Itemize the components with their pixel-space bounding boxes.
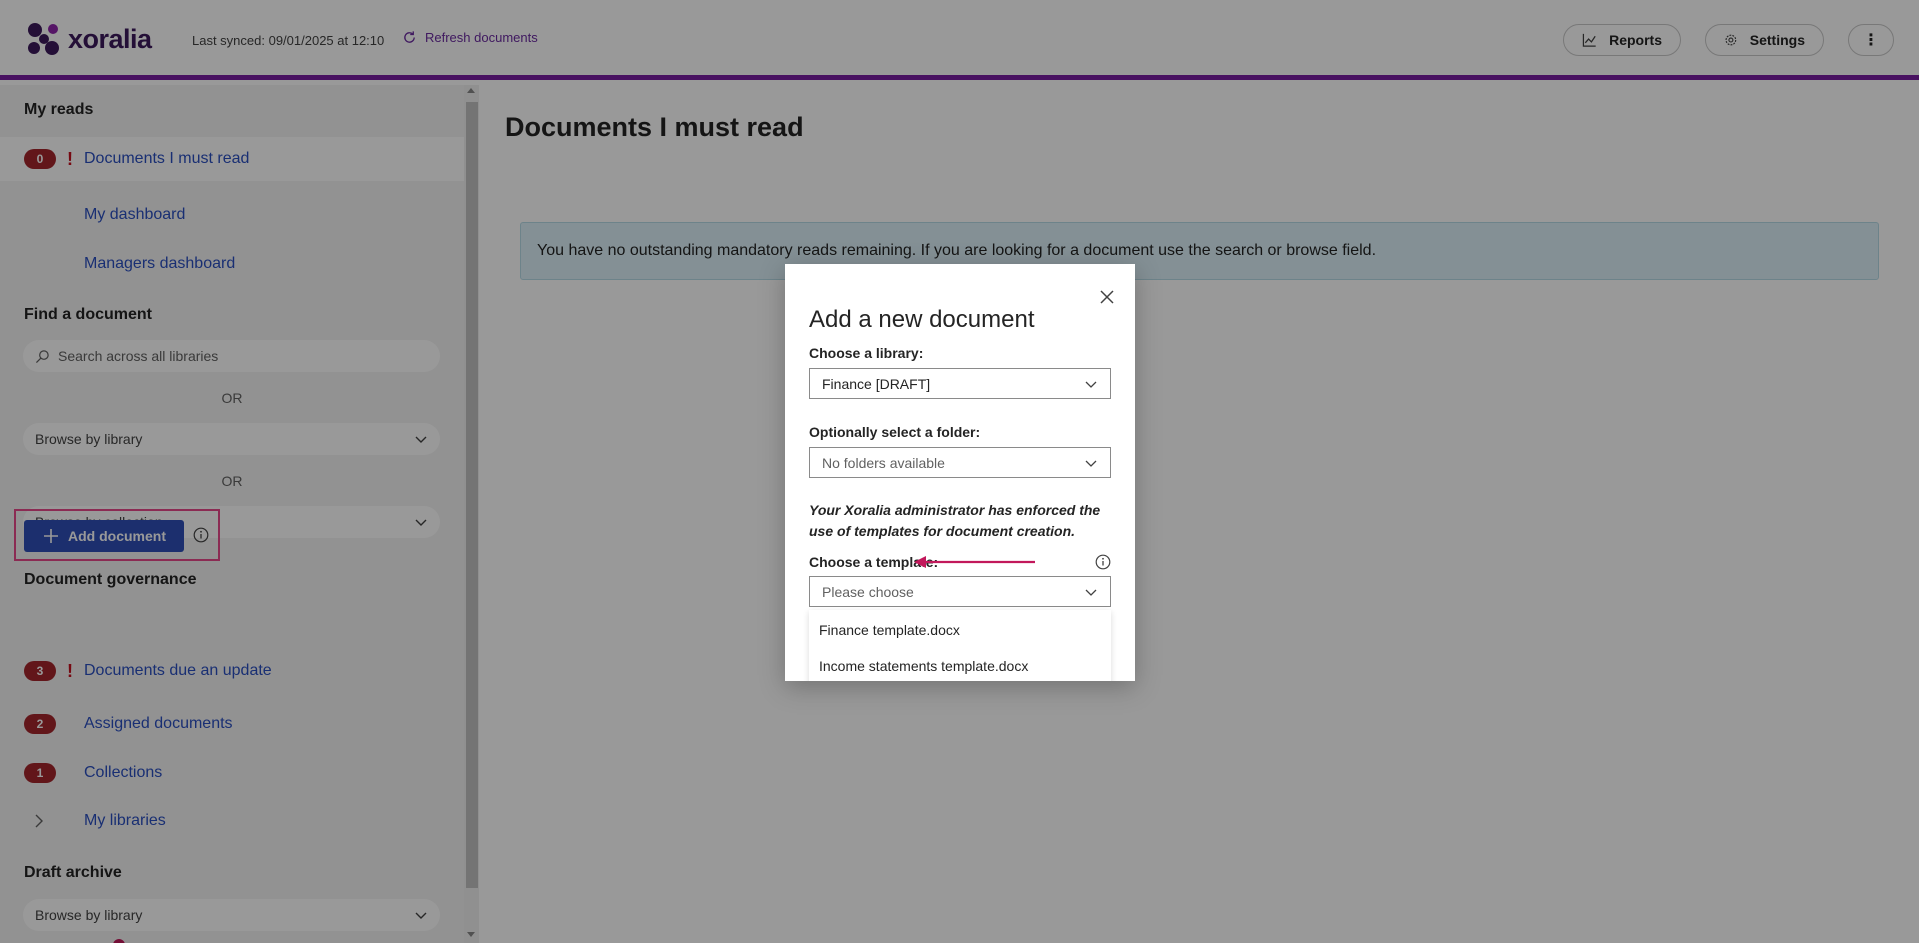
template-option-finance[interactable]: Finance template.docx <box>819 622 960 638</box>
library-label: Choose a library: <box>809 345 924 361</box>
folder-value: No folders available <box>822 454 945 471</box>
dialog-title: Add a new document <box>809 306 1035 333</box>
folder-select[interactable]: No folders available <box>809 447 1111 478</box>
close-icon <box>1100 290 1114 304</box>
template-value: Please choose <box>822 583 914 600</box>
library-value: Finance [DRAFT] <box>822 375 931 392</box>
template-option-income-statements[interactable]: Income statements template.docx <box>819 658 1028 674</box>
add-document-dialog: Add a new document Choose a library: Fin… <box>785 264 1135 681</box>
template-select[interactable]: Please choose <box>809 576 1111 607</box>
template-enforced-note: Your Xoralia administrator has enforced … <box>809 502 1101 539</box>
info-icon[interactable] <box>1095 554 1111 570</box>
close-button[interactable] <box>1096 286 1118 308</box>
chevron-down-icon <box>1085 381 1097 388</box>
template-options-list: Finance template.docx Income statements … <box>809 610 1111 681</box>
chevron-down-icon <box>1085 460 1097 467</box>
folder-label: Optionally select a folder: <box>809 424 981 440</box>
annotation-arrow-icon <box>914 556 1035 568</box>
library-select[interactable]: Finance [DRAFT] <box>809 368 1111 399</box>
chevron-down-icon <box>1085 589 1097 596</box>
